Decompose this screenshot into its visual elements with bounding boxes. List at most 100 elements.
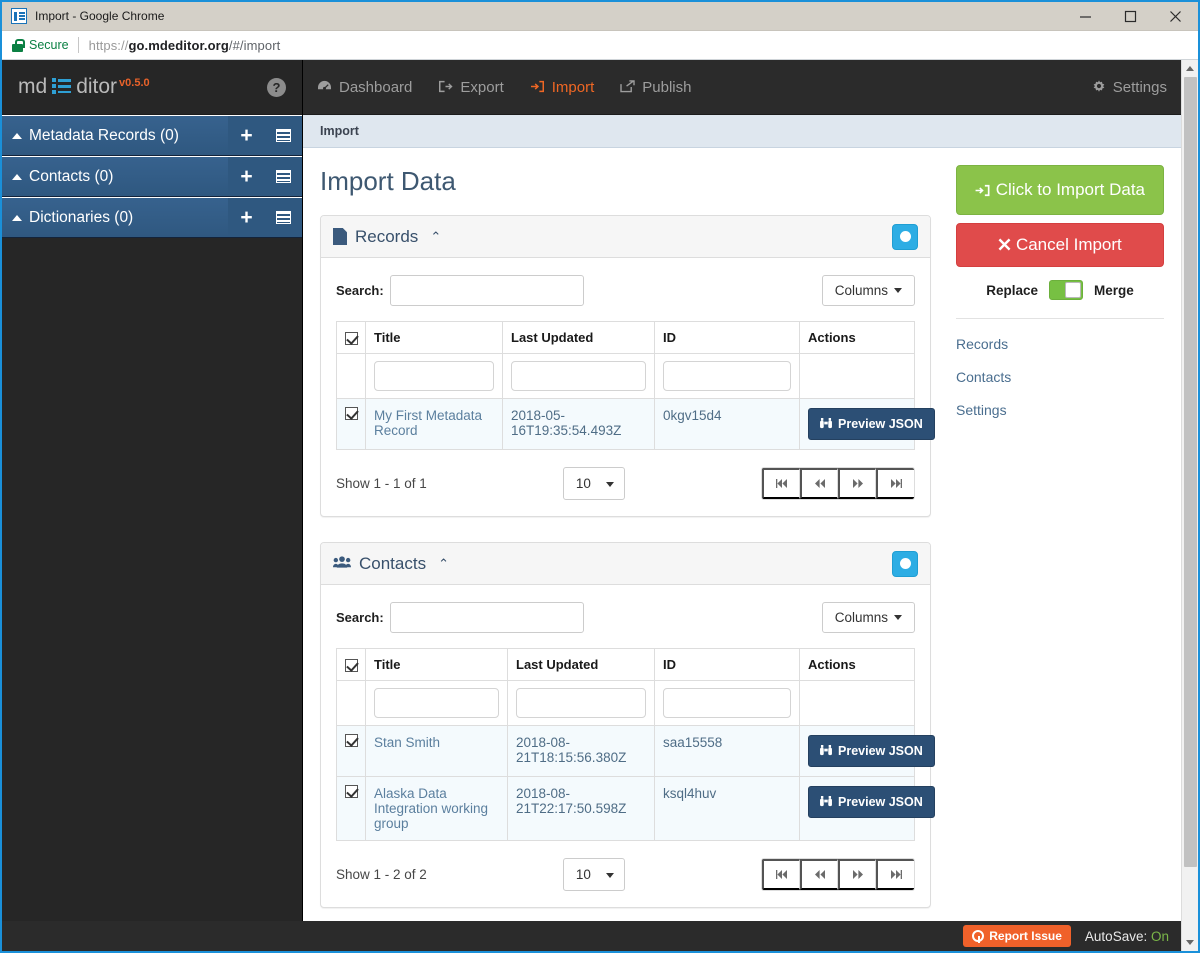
contacts-select-toggle[interactable] (892, 550, 918, 577)
sidebar-item-dictionaries[interactable]: Dictionaries (0) + (2, 197, 302, 238)
scroll-up-button[interactable] (1181, 60, 1198, 77)
add-metadata-record-button[interactable]: + (228, 116, 265, 155)
main-content: Import Data Records ⌃ Search: Columns Ti… (303, 148, 948, 921)
show-metadata-records-list-button[interactable] (265, 116, 302, 155)
contacts-col-id[interactable]: ID (654, 648, 800, 681)
chevron-up-icon[interactable]: ⌃ (438, 556, 449, 572)
jump-link-contacts[interactable]: Contacts (956, 369, 1164, 385)
prev-page-button[interactable] (800, 859, 838, 890)
toggle-knob (1065, 282, 1081, 299)
records-search-input[interactable] (389, 275, 584, 306)
binoculars-icon (820, 795, 832, 809)
select-all-checkbox[interactable] (344, 659, 358, 673)
next-page-button[interactable] (838, 468, 876, 499)
next-page-button[interactable] (838, 859, 876, 890)
import-icon (530, 80, 545, 95)
row-actions: Preview JSON (799, 398, 935, 450)
nav-label: Import (551, 78, 595, 96)
contacts-search-input[interactable] (389, 602, 584, 633)
gear-icon (1092, 79, 1106, 95)
close-button[interactable] (1153, 2, 1198, 31)
list-icon (276, 170, 291, 183)
records-columns-button[interactable]: Columns (821, 275, 915, 306)
first-page-button[interactable] (762, 859, 800, 890)
contacts-filter-title[interactable] (374, 688, 499, 718)
records-search-label: Search: (336, 283, 384, 298)
contacts-col-title[interactable]: Title (365, 648, 508, 681)
table-row: My First Metadata Record 2018-05-16T19:3… (336, 398, 935, 450)
nav-import[interactable]: Import (530, 78, 595, 96)
records-filter-last-updated[interactable] (511, 361, 646, 391)
nav-label: Export (460, 78, 504, 96)
show-dictionaries-list-button[interactable] (265, 198, 302, 237)
contacts-filter-id[interactable] (663, 688, 791, 718)
chevron-down-icon (894, 288, 902, 293)
row-select-cell[interactable] (336, 725, 366, 777)
row-select-cell[interactable] (336, 398, 366, 450)
nav-dashboard[interactable]: Dashboard (317, 79, 412, 96)
contacts-filter-last-updated[interactable] (516, 688, 646, 718)
sidebar-item-metadata-records[interactable]: Metadata Records (0) + (2, 115, 302, 156)
import-arrow-icon (975, 180, 996, 199)
records-col-title[interactable]: Title (365, 321, 503, 354)
replace-merge-toggle[interactable] (1049, 280, 1083, 301)
jump-link-settings[interactable]: Settings (956, 402, 1164, 418)
nav-settings[interactable]: Settings (1092, 79, 1167, 96)
address-bar[interactable]: Secure https://go.mdeditor.org/#/import (2, 31, 1198, 60)
records-filter-title[interactable] (374, 361, 494, 391)
preview-json-button[interactable]: Preview JSON (808, 408, 935, 440)
row-select-cell[interactable] (336, 776, 366, 841)
select-all-header[interactable] (336, 321, 366, 354)
table-row: Stan Smith 2018-08-21T18:15:56.380Z saa1… (336, 725, 935, 777)
select-all-checkbox[interactable] (344, 332, 358, 346)
scrollbar-track[interactable] (1181, 77, 1198, 934)
last-page-button[interactable] (876, 468, 914, 499)
click-to-import-data-button[interactable]: Click to Import Data (956, 165, 1164, 216)
report-issue-button[interactable]: Report Issue (963, 925, 1071, 947)
records-panel-header[interactable]: Records ⌃ (321, 216, 930, 258)
first-page-button[interactable] (762, 468, 800, 499)
nav-export[interactable]: Export (438, 78, 504, 96)
mdeditor-icon (11, 8, 27, 24)
jump-link-records[interactable]: Records (956, 336, 1164, 352)
last-page-button[interactable] (876, 859, 914, 890)
contacts-page-size-select[interactable]: 10 25 50 100 (562, 858, 625, 891)
select-all-header[interactable] (336, 648, 366, 681)
maximize-button[interactable] (1108, 2, 1153, 31)
preview-json-button[interactable]: Preview JSON (808, 786, 935, 818)
row-id: ksql4huv (654, 776, 800, 841)
records-show-count: Show 1 - 1 of 1 (336, 476, 427, 491)
sidebar-item-contacts[interactable]: Contacts (0) + (2, 156, 302, 197)
lock-icon (12, 38, 25, 52)
contacts-col-last-updated[interactable]: Last Updated (507, 648, 655, 681)
address-divider (77, 37, 79, 53)
records-select-toggle[interactable] (892, 223, 918, 250)
row-checkbox[interactable] (344, 784, 358, 798)
scrollbar-thumb[interactable] (1183, 77, 1197, 867)
contacts-panel-header[interactable]: Contacts ⌃ (321, 543, 930, 585)
row-checkbox[interactable] (344, 406, 358, 420)
row-checkbox[interactable] (344, 733, 358, 747)
sidebar-item-label: Dictionaries (0) (2, 209, 228, 227)
page-scrollbar[interactable] (1181, 60, 1198, 951)
scroll-down-button[interactable] (1181, 934, 1198, 951)
records-col-last-updated[interactable]: Last Updated (502, 321, 655, 354)
add-dictionary-button[interactable]: + (228, 198, 265, 237)
row-id: saa15558 (654, 725, 800, 777)
preview-json-button[interactable]: Preview JSON (808, 735, 935, 767)
records-col-id[interactable]: ID (654, 321, 800, 354)
minimize-button[interactable] (1063, 2, 1108, 31)
add-contact-button[interactable]: + (228, 157, 265, 196)
cancel-import-button[interactable]: Cancel Import (956, 223, 1164, 268)
records-page-size-select[interactable]: 10 25 50 100 (562, 467, 625, 500)
help-icon[interactable]: ? (267, 77, 286, 97)
show-contacts-list-button[interactable] (265, 157, 302, 196)
prev-page-button[interactable] (800, 468, 838, 499)
list-icon (276, 211, 291, 224)
nav-publish[interactable]: Publish (620, 79, 691, 96)
chevron-down-icon (1186, 940, 1194, 945)
contacts-panel: Contacts ⌃ Search: Columns Title Last Up… (320, 542, 935, 908)
records-filter-id[interactable] (663, 361, 791, 391)
chevron-up-icon[interactable]: ⌃ (430, 229, 441, 245)
contacts-columns-button[interactable]: Columns (821, 602, 915, 633)
